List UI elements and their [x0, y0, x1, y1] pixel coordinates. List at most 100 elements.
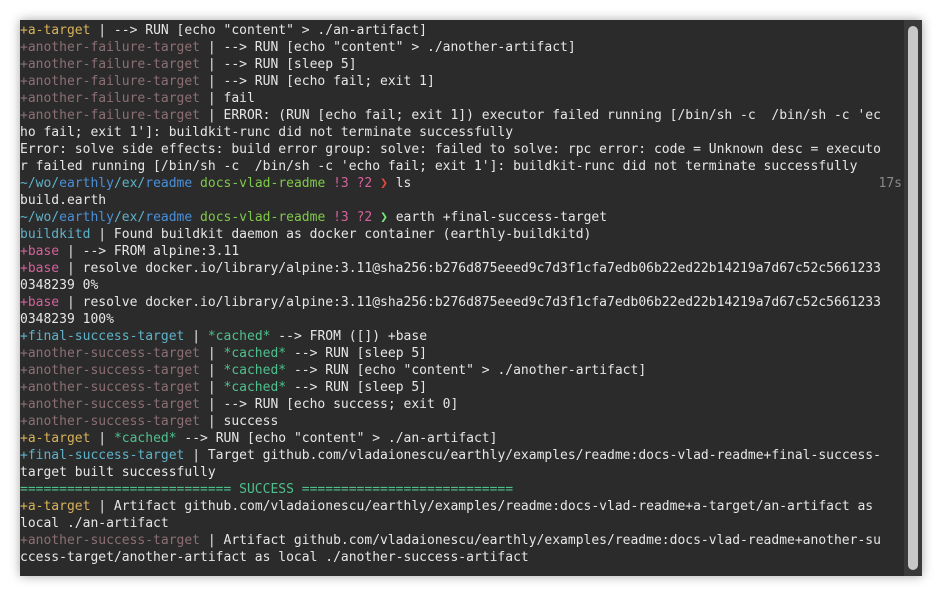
terminal-text-segment: docs-vlad-readme — [200, 210, 326, 225]
terminal-line: 0348239 0% — [20, 277, 902, 294]
terminal-text-segment: | success — [200, 414, 279, 429]
terminal-text-segment: ls — [387, 176, 412, 191]
terminal-line: ccess-target/another-artifact as local .… — [20, 549, 902, 566]
terminal-text-segment: +final-success-target — [20, 448, 185, 463]
terminal-text-segment: | — [184, 329, 208, 344]
terminal-line: +another-failure-target | --> RUN [echo … — [20, 73, 902, 90]
terminal-text-segment: --> FROM ([]) +base — [270, 329, 428, 344]
terminal-text-segment: !3 ?2 — [333, 176, 373, 191]
terminal-window[interactable]: +a-target | --> RUN [echo "content" > ./… — [20, 20, 922, 576]
terminal-text-segment: | — [90, 431, 114, 446]
terminal-line: +another-failure-target | --> RUN [sleep… — [20, 56, 902, 73]
terminal-text-segment: +a-target — [20, 499, 91, 514]
terminal-text-segment: *cached* — [223, 363, 287, 378]
terminal-text-segment: +base — [20, 295, 60, 310]
terminal-text-segment: | — [200, 380, 224, 395]
terminal-text-segment: --> RUN [echo "content" > ./another-arti… — [286, 363, 647, 378]
terminal-text-segment: | Artifact github.com/vladaionescu/earth… — [90, 499, 874, 514]
terminal-text-segment: +another-success-target — [20, 363, 201, 378]
terminal-text-segment: readme — [145, 176, 193, 191]
terminal-text-segment: | — [200, 363, 224, 378]
terminal-text-segment: | --> RUN [echo "content" > ./an-artifac… — [90, 23, 427, 38]
terminal-text-segment: +final-success-target — [20, 329, 185, 344]
terminal-line: +another-success-target | --> RUN [echo … — [20, 396, 902, 413]
terminal-text-segment: +base — [20, 261, 60, 276]
terminal-text-segment: --> RUN [echo "content" > ./an-artifact] — [176, 431, 498, 446]
terminal-text-segment: +another-success-target — [20, 533, 201, 548]
terminal-text-segment: +a-target — [20, 431, 91, 446]
terminal-text-segment: ho fail; exit 1']: buildkit-runc did not… — [20, 125, 514, 140]
terminal-line: +another-success-target | *cached* --> R… — [20, 379, 902, 396]
command-duration: 17s — [878, 176, 902, 191]
terminal-text-segment: | Found buildkit daemon as docker contai… — [90, 227, 592, 242]
terminal-text-segment: | fail — [200, 91, 255, 106]
terminal-text-segment: earthly — [59, 210, 114, 225]
terminal-text-segment: Error: solve side effects: build error g… — [20, 142, 881, 157]
terminal-text-segment: target built successfully — [20, 465, 216, 480]
terminal-text-segment: | resolve docker.io/library/alpine:3.11@… — [59, 295, 881, 310]
terminal-text-segment: +another-success-target — [20, 397, 201, 412]
terminal-line: r failed running [/bin/sh -c /bin/sh -c … — [20, 158, 902, 175]
terminal-text-segment: | resolve docker.io/library/alpine:3.11@… — [59, 261, 881, 276]
terminal-text-segment: --> RUN [sleep 5] — [286, 346, 428, 361]
terminal-text-segment: r failed running [/bin/sh -c /bin/sh -c … — [20, 159, 858, 174]
terminal-line: +another-failure-target | --> RUN [echo … — [20, 39, 902, 56]
scrollbar-thumb[interactable] — [908, 26, 918, 570]
terminal-line: +another-success-target | *cached* --> R… — [20, 345, 902, 362]
terminal-text-segment: | — [200, 346, 224, 361]
terminal-text-segment: --> RUN [sleep 5] — [286, 380, 428, 395]
terminal-text-segment: *cached* — [223, 380, 287, 395]
terminal-text-segment: +another-success-target — [20, 414, 201, 429]
terminal-text-segment: | --> RUN [echo fail; exit 1] — [200, 74, 435, 89]
terminal-text-segment: docs-vlad-readme — [200, 176, 326, 191]
terminal-line: +final-success-target | Target github.co… — [20, 447, 902, 464]
terminal-text-segment: 0348239 0% — [20, 278, 99, 293]
terminal-text-segment: | --> FROM alpine:3.11 — [59, 244, 240, 259]
terminal-line: +base | resolve docker.io/library/alpine… — [20, 294, 902, 311]
terminal-text-segment: +another-failure-target — [20, 40, 201, 55]
terminal-text-segment: | --> RUN [echo success; exit 0] — [200, 397, 459, 412]
terminal-line: +base | resolve docker.io/library/alpine… — [20, 260, 902, 277]
terminal-text-segment: +another-failure-target — [20, 91, 201, 106]
terminal-text-segment: local ./an-artifact — [20, 516, 169, 531]
terminal-text-segment: readme — [145, 210, 193, 225]
terminal-text-segment: earthly — [59, 176, 114, 191]
terminal-line: Error: solve side effects: build error g… — [20, 141, 902, 158]
terminal-line: buildkitd | Found buildkit daemon as doc… — [20, 226, 902, 243]
terminal-text-segment: *cached* — [113, 431, 177, 446]
terminal-text-segment: +another-failure-target — [20, 74, 201, 89]
terminal-text-segment: ccess-target/another-artifact as local .… — [20, 550, 529, 565]
terminal-text-segment: *cached* — [207, 329, 271, 344]
terminal-line: +another-failure-target | fail — [20, 90, 902, 107]
terminal-text-segment: | ERROR: (RUN [echo fail; exit 1]) execu… — [200, 108, 881, 123]
terminal-line: +a-target | *cached* --> RUN [echo "cont… — [20, 430, 902, 447]
terminal-line: +a-target | --> RUN [echo "content" > ./… — [20, 22, 902, 39]
terminal-line: +another-failure-target | ERROR: (RUN [e… — [20, 107, 902, 124]
terminal-text-segment: | --> RUN [sleep 5] — [200, 57, 357, 72]
terminal-text-segment: ~/wo/ — [20, 210, 60, 225]
terminal-line: +a-target | Artifact github.com/vladaion… — [20, 498, 902, 515]
terminal-text-segment: +another-failure-target — [20, 57, 201, 72]
terminal-line: target built successfully — [20, 464, 902, 481]
terminal-line: 0348239 100% — [20, 311, 902, 328]
terminal-text-segment: | Target github.com/vladaionescu/earthly… — [184, 448, 881, 463]
terminal-text-segment: =========================== SUCCESS ====… — [20, 482, 514, 497]
terminal-text-segment: 0348239 100% — [20, 312, 114, 327]
terminal-line: +final-success-target | *cached* --> FRO… — [20, 328, 902, 345]
terminal-text-segment: | Artifact github.com/vladaionescu/earth… — [200, 533, 881, 548]
scrollbar[interactable] — [904, 20, 922, 576]
terminal-line: ho fail; exit 1']: buildkit-runc did not… — [20, 124, 902, 141]
terminal-text-segment: build.earth — [20, 193, 107, 208]
terminal-line: ~/wo/earthly/ex/readme docs-vlad-readme … — [20, 209, 902, 226]
terminal-text-segment: /ex/ — [113, 210, 146, 225]
terminal-text-segment: buildkitd — [20, 227, 91, 242]
terminal-text-segment: +a-target — [20, 23, 91, 38]
terminal-text-segment: /ex/ — [113, 176, 146, 191]
terminal-line: +another-success-target | success — [20, 413, 902, 430]
terminal-line: build.earth — [20, 192, 902, 209]
